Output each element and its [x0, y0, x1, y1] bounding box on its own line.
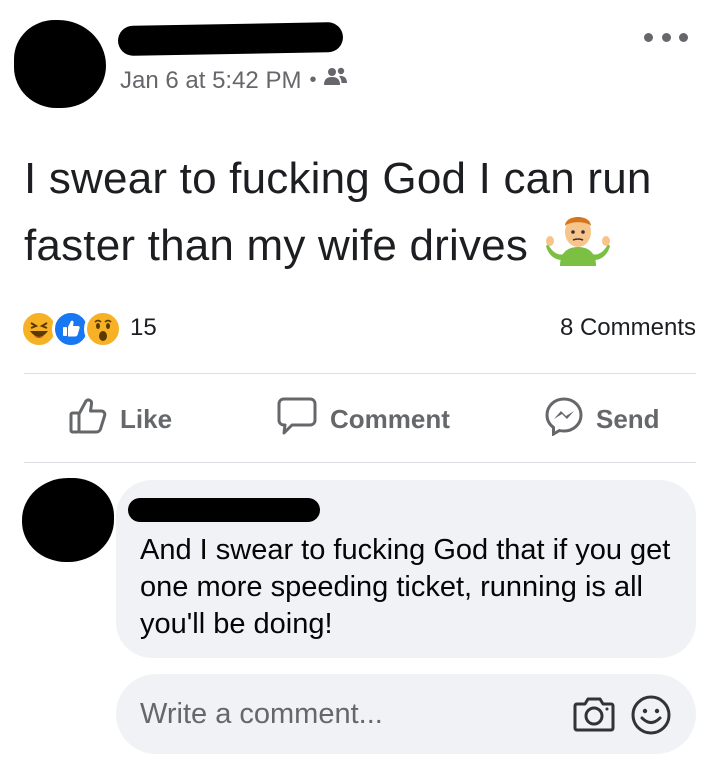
- post-meta: Jan 6 at 5:42 PM •: [120, 66, 348, 95]
- messenger-icon: [544, 396, 584, 443]
- send-label: Send: [596, 403, 660, 434]
- meta-separator: •: [309, 69, 317, 91]
- commenter-avatar[interactable]: [22, 478, 114, 562]
- post-text: I swear to fucking God I can run faster …: [24, 150, 714, 281]
- shrug-emoji: [546, 208, 611, 281]
- like-button[interactable]: Like: [68, 396, 172, 442]
- more-options-icon[interactable]: [644, 26, 688, 48]
- comments-count[interactable]: 8 Comments: [560, 314, 696, 342]
- wow-icon: [84, 310, 122, 348]
- comment-label: Comment: [330, 403, 450, 434]
- author-avatar[interactable]: [14, 20, 106, 108]
- emoji-icon[interactable]: [630, 694, 672, 741]
- reaction-icons[interactable]: [20, 310, 122, 348]
- reaction-count[interactable]: 15: [130, 314, 157, 342]
- divider: [24, 462, 696, 463]
- divider: [24, 373, 696, 374]
- like-label: Like: [120, 403, 173, 434]
- send-button[interactable]: Send: [544, 396, 660, 442]
- comment-text: And I swear to fucking God that if you g…: [140, 534, 671, 640]
- author-name-redacted[interactable]: [117, 22, 344, 56]
- post-text-line-1: I swear to fucking God I can run: [24, 154, 652, 203]
- post-text-line-2: faster than my wife drives: [24, 208, 714, 281]
- post-timestamp[interactable]: Jan 6 at 5:42 PM: [120, 67, 301, 95]
- thumbs-up-icon: [68, 396, 108, 443]
- comment-button[interactable]: Comment: [276, 396, 450, 442]
- speech-bubble-icon: [276, 396, 318, 443]
- post-text-line-2-text: faster than my wife drives: [24, 221, 529, 270]
- camera-icon[interactable]: [572, 694, 616, 739]
- comment-input-placeholder[interactable]: Write a comment...: [140, 698, 383, 731]
- friends-icon[interactable]: [324, 66, 348, 95]
- commenter-name-redacted[interactable]: [128, 498, 320, 522]
